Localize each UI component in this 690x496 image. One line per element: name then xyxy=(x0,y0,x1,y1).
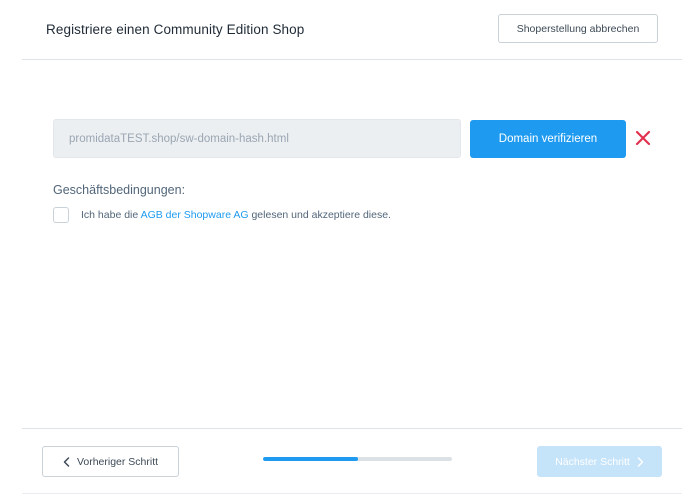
header-divider xyxy=(22,59,682,60)
footer-divider xyxy=(22,428,682,429)
cancel-shop-creation-button[interactable]: Shoperstellung abbrechen xyxy=(498,14,658,43)
previous-step-label: Vorheriger Schritt xyxy=(76,455,159,468)
previous-step-button[interactable]: Vorheriger Schritt xyxy=(42,446,179,477)
chevron-left-icon xyxy=(63,456,70,467)
modal-header: Registriere einen Community Edition Shop… xyxy=(0,0,690,60)
next-step-label: Nächster Schritt xyxy=(555,455,630,468)
terms-label: Ich habe die AGB der Shopware AG gelesen… xyxy=(81,209,391,221)
progress-bar xyxy=(263,457,452,461)
bottom-divider xyxy=(22,493,682,494)
chevron-right-icon xyxy=(637,456,644,467)
next-step-button[interactable]: Nächster Schritt xyxy=(537,446,662,477)
domain-input-value: promidataTEST.shop/sw-domain-hash.html xyxy=(69,132,289,145)
verify-domain-button[interactable]: Domain verifizieren xyxy=(470,120,626,158)
terms-text-after: gelesen und akzeptiere diese. xyxy=(248,209,391,221)
accept-terms-checkbox[interactable] xyxy=(53,207,69,223)
page-title: Registriere einen Community Edition Shop xyxy=(46,22,305,37)
domain-input[interactable]: promidataTEST.shop/sw-domain-hash.html xyxy=(53,119,461,158)
close-icon[interactable] xyxy=(634,129,652,147)
agb-link[interactable]: AGB der Shopware AG xyxy=(141,209,249,221)
terms-text-before: Ich habe die xyxy=(81,209,141,221)
terms-heading: Geschäftsbedingungen: xyxy=(53,183,186,197)
progress-bar-fill xyxy=(263,457,358,461)
